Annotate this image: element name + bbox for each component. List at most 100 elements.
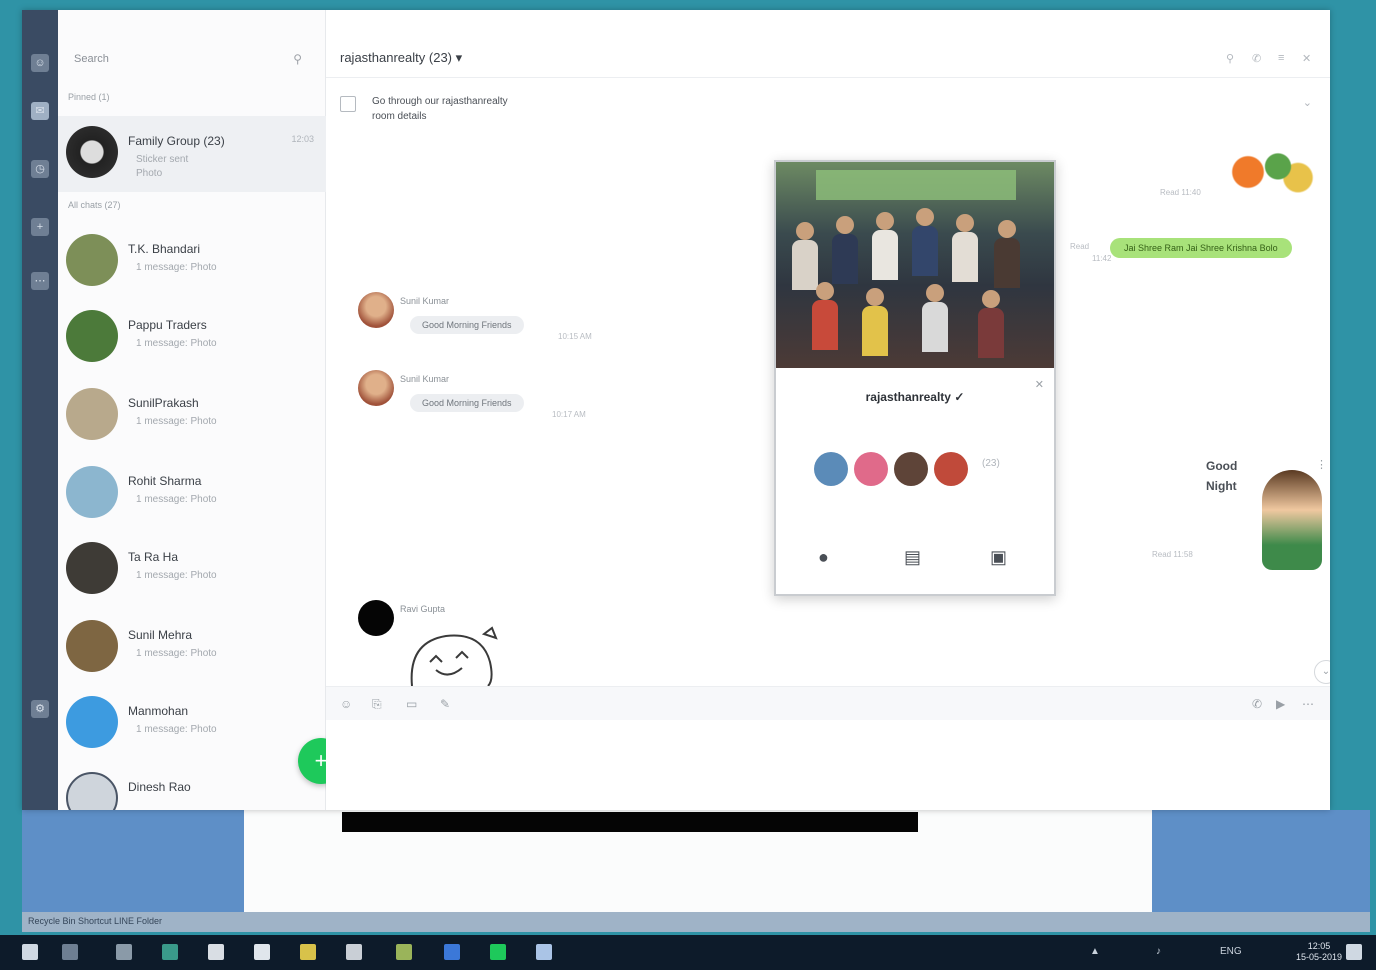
settings-icon[interactable]: ⚙ xyxy=(31,700,49,718)
notes-icon[interactable]: ▤ xyxy=(904,547,921,568)
announcement-bar[interactable]: Go through our rajasthanrealty room deta… xyxy=(340,94,1320,134)
message-time: 11:42 xyxy=(1092,254,1112,263)
tray-network-icon[interactable]: ▲ xyxy=(1090,946,1100,957)
banner-photo-element xyxy=(816,170,1016,200)
clip-icon[interactable]: ✎ xyxy=(440,697,450,711)
app-icon[interactable] xyxy=(444,944,460,960)
file-explorer-icon[interactable] xyxy=(208,944,224,960)
chat-item[interactable]: T.K. Bhandari 1 message: Photo xyxy=(58,224,326,300)
avatar xyxy=(66,234,118,286)
avatar[interactable] xyxy=(358,600,394,636)
friends-icon[interactable]: ☺ xyxy=(31,54,49,72)
chat-item-pinned[interactable]: Family Group (23) Sticker sent Photo 12:… xyxy=(58,116,326,192)
app-icon[interactable] xyxy=(300,944,316,960)
app-icon[interactable] xyxy=(346,944,362,960)
task-view-icon[interactable] xyxy=(116,944,132,960)
conversation-panel: rajasthanrealty (23) ▾ ⚲ ✆ ≡ ✕ Go throug… xyxy=(326,10,1330,810)
search-input[interactable]: Search ⚲ xyxy=(68,48,308,72)
screenshot-icon[interactable]: ▭ xyxy=(406,697,417,711)
nav-rail: ☺ ✉ ◷ + ⋯ ⚙ xyxy=(22,10,58,810)
attach-icon[interactable]: ⎘ xyxy=(372,697,382,712)
conversation-title[interactable]: rajasthanrealty (23) ▾ xyxy=(340,50,462,66)
call-icon[interactable]: ✆ xyxy=(1252,52,1261,65)
search-icon[interactable] xyxy=(62,944,78,960)
photo-person xyxy=(816,282,834,300)
message-read-status: Read xyxy=(1070,242,1090,251)
group-name-text: rajasthanrealty xyxy=(865,390,951,404)
sent-message-bubble[interactable]: Jai Shree Ram Jai Shree Krishna Bolo xyxy=(1110,238,1292,258)
pinned-section-label: Pinned (1) xyxy=(68,92,110,102)
tray-language[interactable]: ENG xyxy=(1220,946,1242,957)
more-options-icon[interactable]: ⋯ xyxy=(1302,697,1314,711)
chat-item[interactable]: Dinesh Rao xyxy=(58,762,326,810)
store-icon[interactable] xyxy=(254,944,270,960)
redaction-bar xyxy=(342,812,918,832)
add-friend-icon[interactable]: + xyxy=(31,218,49,236)
chat-name: Pappu Traders xyxy=(128,318,207,332)
close-icon[interactable]: ✕ xyxy=(1302,52,1311,65)
chat-item[interactable]: Ta Ra Ha 1 message: Photo xyxy=(58,532,326,608)
sticker-cat[interactable] xyxy=(404,622,504,688)
scroll-down-icon[interactable]: ⌄ xyxy=(1314,660,1330,684)
member-avatar[interactable] xyxy=(814,452,848,486)
tray-volume-icon[interactable]: ♪ xyxy=(1156,946,1161,957)
menu-icon[interactable]: ≡ xyxy=(1278,52,1284,64)
edge-icon[interactable] xyxy=(162,944,178,960)
chat-name: Rohit Sharma xyxy=(128,474,202,488)
photo-person xyxy=(836,216,854,234)
sender-name: Sunil Kumar xyxy=(400,296,450,306)
line-app-icon[interactable] xyxy=(490,944,506,960)
avatar[interactable] xyxy=(358,370,394,406)
chrome-icon[interactable] xyxy=(396,944,412,960)
chat-item[interactable]: Pappu Traders 1 message: Photo xyxy=(58,300,326,376)
sticker-text[interactable]: Good Night xyxy=(1206,456,1262,516)
start-icon[interactable] xyxy=(22,944,38,960)
album-icon[interactable]: ▣ xyxy=(990,547,1007,568)
announcement-line-2: room details xyxy=(372,111,427,122)
more-icon[interactable]: ⋯ xyxy=(31,272,49,290)
search-placeholder: Search xyxy=(74,53,109,65)
photo-person xyxy=(922,302,948,352)
chevron-down-icon[interactable]: ⌄ xyxy=(1303,96,1312,109)
message-bubble[interactable]: Good Morning Friends xyxy=(410,394,524,412)
emoji-icon[interactable]: ☺ xyxy=(340,697,352,711)
photo-person xyxy=(998,220,1016,238)
chat-item[interactable]: Sunil Mehra 1 message: Photo xyxy=(58,610,326,686)
message-bubble[interactable]: Good Morning Friends xyxy=(410,316,524,334)
chats-icon[interactable]: ✉ xyxy=(31,102,49,120)
share-icon[interactable]: ⋮ xyxy=(1316,458,1327,471)
app-icon[interactable] xyxy=(536,944,552,960)
member-count[interactable]: (23) xyxy=(982,458,1000,469)
desktop-shortcut-strip: Recycle Bin Shortcut LINE Folder xyxy=(22,912,1370,932)
member-avatar[interactable] xyxy=(854,452,888,486)
chat-bubble-icon[interactable]: ● xyxy=(818,547,829,568)
photo-person xyxy=(916,208,934,226)
chat-item[interactable]: SunilPrakash 1 message: Photo xyxy=(58,378,326,454)
taskbar-clock[interactable]: 12:05 15-05-2019 xyxy=(1296,941,1342,963)
search-in-chat-icon[interactable]: ⚲ xyxy=(1226,52,1234,65)
chat-preview: 1 message: Photo xyxy=(136,570,217,581)
photo-person xyxy=(866,288,884,306)
voice-call-icon[interactable]: ✆ xyxy=(1252,697,1262,711)
message-input-bar[interactable]: ☺ ⎘ ▭ ✎ ✆ ▶ ⋯ xyxy=(326,686,1330,720)
member-avatar[interactable] xyxy=(894,452,928,486)
chat-list-panel: Search ⚲ Pinned (1) Family Group (23) St… xyxy=(58,10,344,810)
avatar[interactable] xyxy=(358,292,394,328)
edit-name-icon[interactable]: ✓ xyxy=(954,390,964,404)
sticker-flowers[interactable] xyxy=(1218,144,1318,200)
video-call-icon[interactable]: ▶ xyxy=(1276,697,1285,711)
search-icon[interactable]: ⚲ xyxy=(293,52,302,66)
chat-item[interactable]: Manmohan 1 message: Photo xyxy=(58,686,326,762)
avatar xyxy=(66,310,118,362)
message-time: 10:17 AM xyxy=(552,410,586,419)
member-avatar[interactable] xyxy=(934,452,968,486)
sticker-girl[interactable] xyxy=(1262,470,1322,570)
timeline-icon[interactable]: ◷ xyxy=(31,160,49,178)
avatar xyxy=(66,542,118,594)
sticker-read-time: Read 11:58 xyxy=(1152,550,1193,559)
line-app-window: ☺ ✉ ◷ + ⋯ ⚙ Search ⚲ Pinned (1) Family G… xyxy=(22,10,1330,810)
chat-item[interactable]: Rohit Sharma 1 message: Photo xyxy=(58,456,326,532)
sticker-read-time: Read 11:40 xyxy=(1160,188,1201,197)
notification-icon[interactable] xyxy=(1346,944,1362,960)
group-name: rajasthanrealty ✓ xyxy=(776,390,1054,404)
